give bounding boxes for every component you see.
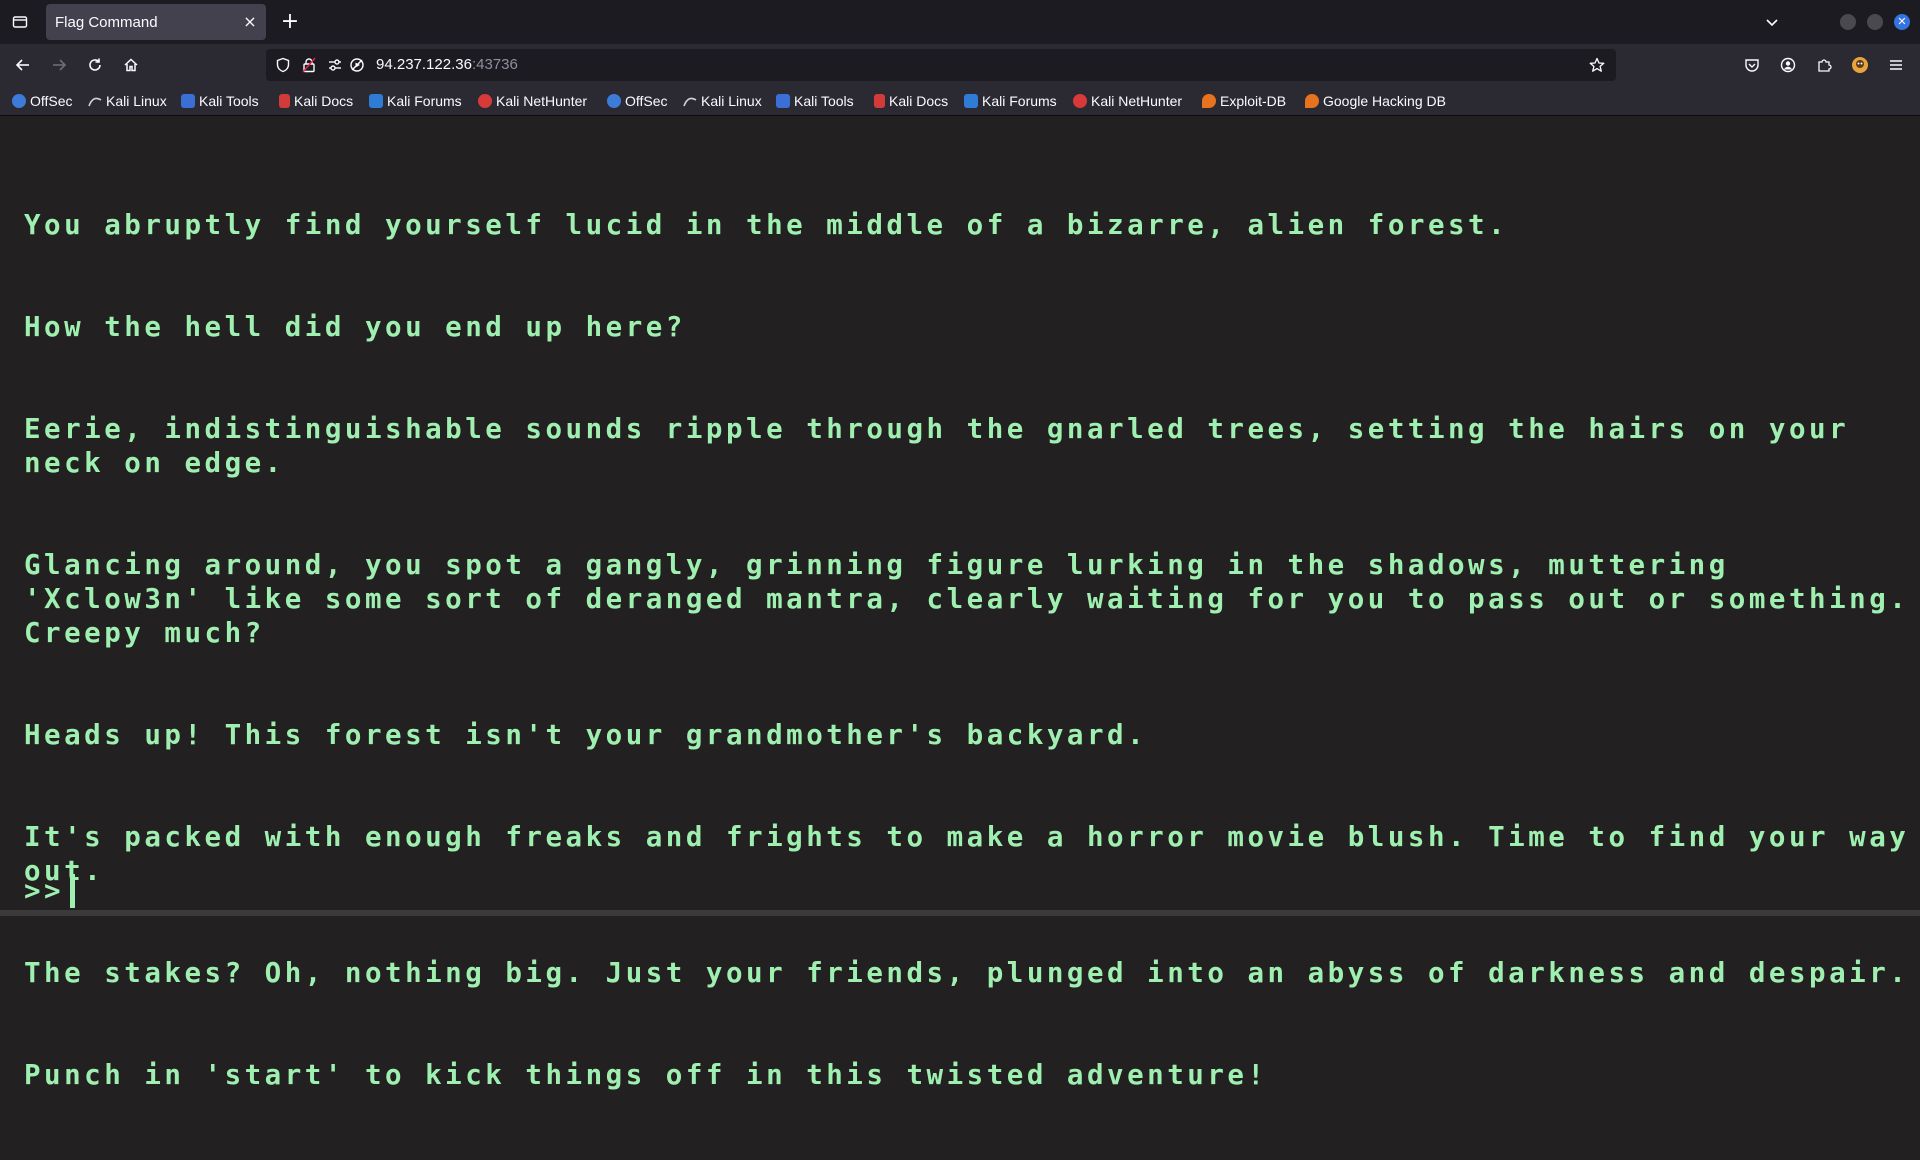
bookmark-google-hacking-db[interactable]: Google Hacking DB [1305,91,1446,111]
bookmark-label: Kali NetHunter [1091,93,1183,109]
terminal-line: Heads up! This forest isn't your grandmo… [24,719,1148,751]
account-icon[interactable] [1776,53,1800,77]
tab-strip: Flag Command × + ✕ [0,0,1920,44]
maximize-window-button[interactable] [1867,14,1883,30]
permissions-icon[interactable] [326,56,344,74]
terminal-output: You abruptly find yourself lucid in the … [24,140,1914,1160]
kali-forums-icon [964,94,978,108]
command-input[interactable]: >> [24,874,76,908]
kali-nethunter-icon [1073,94,1087,108]
terminal-line: Punch in 'start' to kick things off in t… [24,1059,1268,1091]
kali-forums-icon [369,94,383,108]
kali-tools-icon [181,94,195,108]
bookmark-label: Kali Docs [294,93,354,109]
bookmark-label: OffSec [30,93,73,109]
bookmark-kali-forums[interactable]: Kali Forums [964,91,1057,111]
kali-docs-icon [874,94,885,108]
extensions-puzzle-icon[interactable] [1812,53,1836,77]
bookmark-kali-nethunter[interactable]: Kali NetHunter [478,91,587,111]
terminal-line: Eerie, indistinguishable sounds ripple t… [24,413,1870,479]
pocket-icon[interactable] [1740,53,1764,77]
prompt-symbol: >> [24,875,65,907]
close-window-button[interactable]: ✕ [1894,14,1910,30]
bookmark-label: Kali Forums [982,93,1057,109]
kali-dragon-icon [683,94,697,108]
kali-nethunter-icon [478,94,492,108]
terminal-line: Glancing around, you spot a gangly, grin… [24,549,1910,649]
bookmark-star-icon[interactable] [1588,56,1606,74]
app-menu-hamburger-icon[interactable] [1884,53,1908,77]
bookmark-offsec[interactable]: OffSec [607,91,668,111]
insecure-lock-icon[interactable] [300,56,318,74]
bookmark-label: Kali Tools [794,93,854,109]
kali-tools-icon [776,94,790,108]
bookmark-kali-tools[interactable]: Kali Tools [776,91,854,111]
bookmark-kali-forums[interactable]: Kali Forums [369,91,462,111]
google-hacking-db-icon [1305,94,1319,108]
bookmark-kali-docs[interactable]: Kali Docs [874,91,948,111]
list-all-tabs-icon[interactable] [6,10,34,34]
navigation-toolbar: 94.237.122.36:43736 [0,44,1920,86]
bookmark-label: Kali NetHunter [496,93,588,109]
bookmark-kali-nethunter[interactable]: Kali NetHunter [1073,91,1182,111]
bookmark-label: Kali Tools [199,93,259,109]
autoplay-blocked-icon[interactable] [348,56,366,74]
back-arrow-icon[interactable] [10,53,36,77]
bookmark-exploit-db[interactable]: Exploit-DB [1202,91,1286,111]
url-host: 94.237.122.36 [376,56,472,73]
new-tab-button[interactable]: + [278,10,302,34]
extension-avatar-icon[interactable] [1848,53,1872,77]
bookmark-label: Kali Docs [889,93,949,109]
tab-title: Flag Command [55,13,158,31]
tracking-protection-shield-icon[interactable] [274,56,292,74]
bookmark-kali-linux[interactable]: Kali Linux [683,91,762,111]
bookmark-label: Google Hacking DB [1323,93,1446,109]
bookmark-offsec[interactable]: OffSec [12,91,73,111]
kali-docs-icon [279,94,290,108]
close-tab-icon[interactable]: × [240,12,260,32]
home-icon[interactable] [118,53,144,77]
bookmark-kali-tools[interactable]: Kali Tools [181,91,259,111]
bookmark-label: Exploit-DB [1220,93,1287,109]
chevron-down-icon[interactable] [1760,10,1784,34]
url-port: :43736 [471,56,518,73]
kali-dragon-icon [88,94,102,108]
window-bottom-edge [0,910,1920,916]
exploit-db-icon [1202,94,1216,108]
terminal-line: How the hell did you end up here? [24,311,686,343]
offsec-icon [12,94,26,108]
text-cursor [70,874,76,908]
bookmark-kali-docs[interactable]: Kali Docs [279,91,353,111]
page-content: You abruptly find yourself lucid in the … [0,116,1920,1091]
forward-arrow-icon[interactable] [46,53,72,77]
bookmark-label: Kali Linux [701,93,762,109]
bookmark-kali-linux[interactable]: Kali Linux [88,91,167,111]
tab-flag-command[interactable]: Flag Command × [46,4,266,40]
bookmark-label: Kali Forums [387,93,462,109]
terminal-line: It's packed with enough freaks and frigh… [24,821,1910,887]
bookmark-label: OffSec [625,93,668,109]
offsec-icon [607,94,621,108]
bookmark-label: Kali Linux [106,93,167,109]
reload-icon[interactable] [82,53,108,77]
url-bar[interactable]: 94.237.122.36:43736 [266,49,1616,81]
terminal-line: You abruptly find yourself lucid in the … [24,209,1509,241]
terminal-line: The stakes? Oh, nothing big. Just your f… [24,957,1910,989]
minimize-window-button[interactable] [1840,14,1856,30]
url-text[interactable]: 94.237.122.36:43736 [376,56,518,73]
bookmarks-toolbar: OffSec Kali Linux Kali Tools Kali Docs K… [0,86,1920,116]
